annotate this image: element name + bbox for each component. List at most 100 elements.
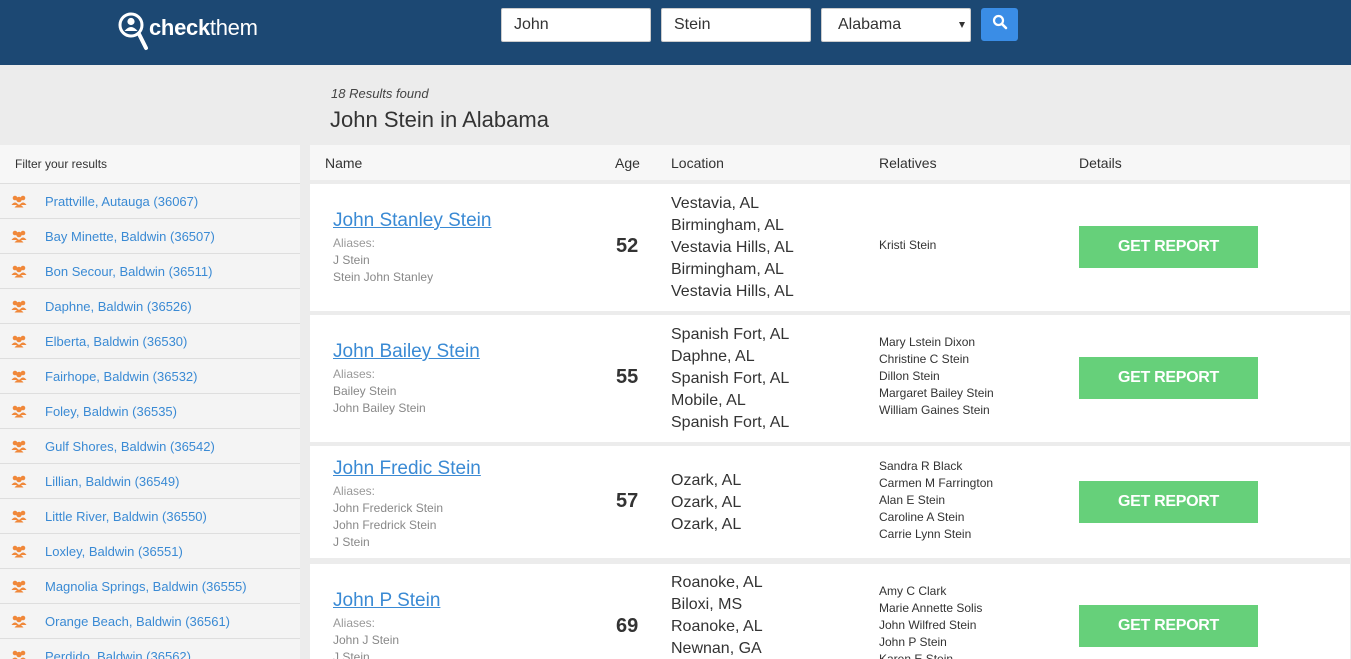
sidebar-location-link[interactable]: Lillian, Baldwin (36549): [45, 474, 179, 489]
state-select[interactable]: Alabama: [821, 8, 971, 42]
person-age: 55: [616, 366, 639, 388]
location-item: Daphne, AL: [671, 348, 755, 365]
sidebar-location-item[interactable]: Daphne, Baldwin (36526): [0, 288, 300, 323]
aliases-label: Aliases:: [333, 367, 376, 381]
location-item: Ozark, AL: [671, 516, 742, 533]
sidebar-location-item[interactable]: Bay Minette, Baldwin (36507): [0, 218, 300, 253]
logo-text: checkthem: [149, 15, 258, 40]
people-icon: [11, 614, 27, 628]
location-item: Spanish Fort, AL: [671, 414, 790, 431]
page-title: John Stein in Alabama: [330, 107, 549, 132]
people-icon: [11, 299, 27, 313]
relatives-list: Sandra R Black Carmen M Farrington Alan E …: [879, 458, 993, 543]
alias-item: John Frederick Stein: [333, 501, 444, 515]
relative-item: Sandra R Black: [879, 459, 963, 473]
sidebar-location-item[interactable]: Prattville, Autauga (36067): [0, 183, 300, 218]
sidebar-location-link[interactable]: Loxley, Baldwin (36551): [45, 544, 183, 559]
relative-item: Mary Lstein Dixon: [879, 335, 976, 349]
sidebar-location-item[interactable]: Little River, Baldwin (36550): [0, 498, 300, 533]
location-list: Spanish Fort, AL Daphne, AL Spanish Fort, …: [671, 324, 789, 434]
alias-item: J Stein: [333, 253, 370, 267]
sidebar-location-item[interactable]: Elberta, Baldwin (36530): [0, 323, 300, 358]
relative-item: Carmen M Farrington: [879, 476, 994, 490]
people-icon: [11, 334, 27, 348]
person-name-link[interactable]: John Bailey Stein: [333, 341, 480, 363]
sidebar-location-link[interactable]: Orange Beach, Baldwin (36561): [45, 614, 230, 629]
sidebar-location-link[interactable]: Elberta, Baldwin (36530): [45, 334, 187, 349]
aliases-label: Aliases:: [333, 616, 376, 630]
relative-item: Christine C Stein: [879, 352, 970, 366]
sidebar-location-item[interactable]: Bon Secour, Baldwin (36511): [0, 253, 300, 288]
sidebar-location-link[interactable]: Fairhope, Baldwin (36532): [45, 369, 197, 384]
location-list: Vestavia, AL Birmingham, AL Vestavia Hills…: [671, 193, 794, 303]
people-icon: [11, 264, 27, 278]
sidebar-location-item[interactable]: Loxley, Baldwin (36551): [0, 533, 300, 568]
col-details: Details: [1079, 155, 1122, 171]
filter-sidebar: Filter your results Prattville, Autauga …: [0, 145, 300, 659]
get-report-button[interactable]: GET REPORT: [1079, 226, 1258, 268]
get-report-button[interactable]: GET REPORT: [1079, 357, 1258, 399]
first-name-input[interactable]: John: [501, 8, 651, 42]
people-icon: [11, 509, 27, 523]
people-icon: [11, 194, 27, 208]
sidebar-location-link[interactable]: Bon Secour, Baldwin (36511): [45, 264, 212, 279]
alias-item: J Stein: [333, 535, 370, 549]
location-list: Ozark, AL Ozark, AL Ozark, AL: [671, 470, 741, 536]
col-relatives: Relatives: [879, 155, 937, 171]
sidebar-location-item[interactable]: Fairhope, Baldwin (36532): [0, 358, 300, 393]
people-icon: [11, 544, 27, 558]
alias-item: John J Stein: [333, 633, 400, 647]
location-item: Vestavia Hills, AL: [671, 239, 794, 256]
person-name-link[interactable]: John Fredic Stein: [333, 458, 481, 480]
location-item: Spanish Fort, AL: [671, 326, 790, 343]
relative-item: Caroline A Stein: [879, 510, 965, 524]
location-filter-list: Prattville, Autauga (36067) Bay Minette, …: [0, 183, 300, 659]
relative-item: Margaret Bailey Stein: [879, 386, 994, 400]
sidebar-location-item[interactable]: Lillian, Baldwin (36549): [0, 463, 300, 498]
relative-item: Dillon Stein: [879, 369, 940, 383]
person-name-link[interactable]: John Stanley Stein: [333, 210, 491, 232]
location-item: Vestavia, AL: [671, 195, 760, 212]
sidebar-location-item[interactable]: Gulf Shores, Baldwin (36542): [0, 428, 300, 463]
get-report-button[interactable]: GET REPORT: [1079, 605, 1258, 647]
sidebar-location-link[interactable]: Prattville, Autauga (36067): [45, 194, 198, 209]
location-item: Mobile, AL: [671, 392, 746, 409]
sidebar-location-item[interactable]: Magnolia Springs, Baldwin (36555): [0, 568, 300, 603]
relatives-list: Mary Lstein Dixon Christine C Stein Dillon…: [879, 334, 994, 419]
people-icon: [11, 579, 27, 593]
checkthem-logo[interactable]: checkthem: [117, 10, 258, 52]
last-name-input[interactable]: Stein: [661, 8, 811, 42]
aliases-label: Aliases:: [333, 236, 376, 250]
sidebar-location-link[interactable]: Magnolia Springs, Baldwin (36555): [45, 579, 247, 594]
sidebar-location-link[interactable]: Gulf Shores, Baldwin (36542): [45, 439, 215, 454]
col-age: Age: [615, 155, 640, 171]
sidebar-location-item[interactable]: Perdido, Baldwin (36562): [0, 638, 300, 659]
alias-item: Stein John Stanley: [333, 270, 434, 284]
result-row: John Bailey Stein Aliases: Bailey Stein Joh…: [310, 315, 1350, 442]
relative-item: Alan E Stein: [879, 493, 946, 507]
location-item: Ozark, AL: [671, 494, 742, 511]
sidebar-location-link[interactable]: Daphne, Baldwin (36526): [45, 299, 192, 314]
relative-item: William Gaines Stein: [879, 403, 990, 417]
sidebar-location-item[interactable]: Foley, Baldwin (36535): [0, 393, 300, 428]
people-icon: [11, 649, 27, 659]
sidebar-location-link[interactable]: Bay Minette, Baldwin (36507): [45, 229, 215, 244]
sidebar-location-item[interactable]: Orange Beach, Baldwin (36561): [0, 603, 300, 638]
relative-item: Amy C Clark: [879, 584, 947, 598]
search-button[interactable]: [981, 8, 1018, 41]
sidebar-location-link[interactable]: Foley, Baldwin (36535): [45, 404, 177, 419]
person-age: 69: [616, 615, 639, 637]
search-icon: [992, 14, 1008, 35]
relative-item: Marie Annette Solis: [879, 601, 983, 615]
person-name-link[interactable]: John P Stein: [333, 590, 440, 612]
aliases-label: Aliases:: [333, 484, 376, 498]
location-list: Roanoke, AL Biloxi, MS Roanoke, AL Newnan, …: [671, 572, 763, 659]
sidebar-location-link[interactable]: Perdido, Baldwin (36562): [45, 649, 191, 659]
sidebar-heading: Filter your results: [0, 145, 300, 183]
relative-item: Kristi Stein: [879, 238, 937, 252]
get-report-button[interactable]: GET REPORT: [1079, 481, 1258, 523]
state-select-value: Alabama: [838, 16, 902, 33]
people-icon: [11, 404, 27, 418]
relative-item: John P Stein: [879, 635, 947, 649]
sidebar-location-link[interactable]: Little River, Baldwin (36550): [45, 509, 207, 524]
